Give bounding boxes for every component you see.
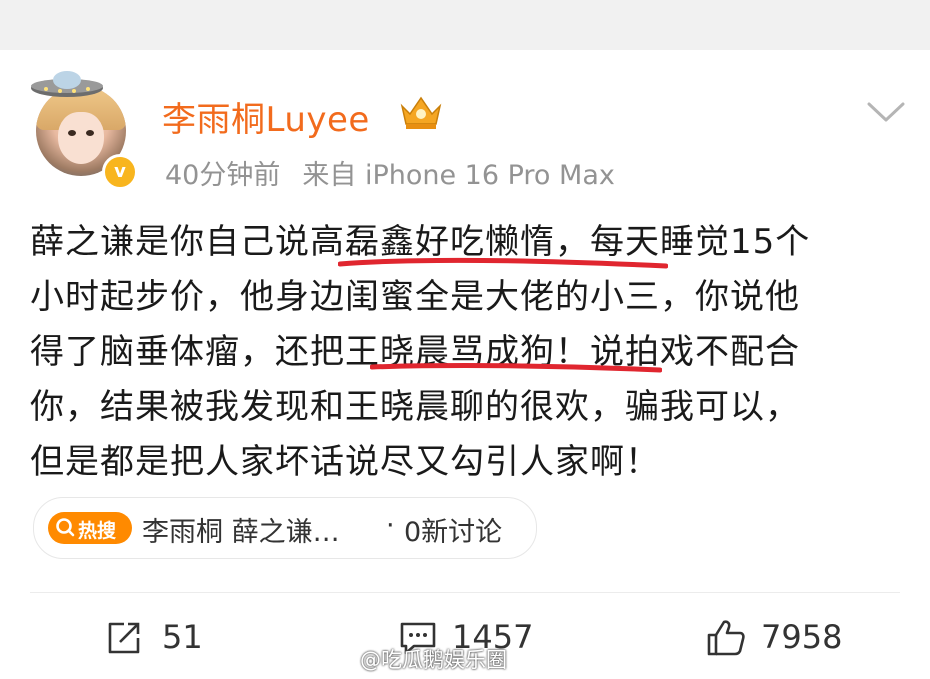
post-content-line: 你，结果被我发现和王晓晨聊的很欢，骗我可以， bbox=[30, 387, 800, 427]
red-underline-annotation bbox=[370, 363, 662, 373]
verified-v-icon: v bbox=[102, 154, 138, 190]
weibo-logo-icon bbox=[322, 645, 352, 667]
post-content-line: 但是都是把人家坏话说尽又勾引人家啊！ bbox=[30, 442, 660, 482]
repost-count: 51 bbox=[162, 618, 203, 656]
post-time: 40分钟前 bbox=[165, 160, 281, 191]
top-bar bbox=[0, 0, 930, 50]
hot-search-discussion: 0新讨论 bbox=[404, 517, 503, 548]
search-icon bbox=[56, 518, 75, 537]
red-underline-annotation bbox=[338, 257, 668, 269]
thumbs-up-icon bbox=[707, 620, 745, 656]
post-content-line: 小时起步价，他身边闺蜜全是大佬的小三，你说他 bbox=[30, 277, 800, 317]
like-button[interactable]: 7958 bbox=[705, 618, 855, 658]
username[interactable]: 李雨桐Luyee bbox=[162, 92, 370, 141]
chevron-down-icon[interactable] bbox=[866, 100, 906, 124]
ufo-pendant-icon bbox=[31, 71, 103, 97]
post-source: 来自 iPhone 16 Pro Max bbox=[302, 160, 615, 191]
like-count: 7958 bbox=[761, 618, 843, 656]
hot-search-link[interactable]: 热搜 李雨桐 薛之谦… · 0新讨论 bbox=[33, 497, 537, 559]
watermark: @吃瓜鹅娱乐圈 bbox=[322, 644, 507, 674]
divider bbox=[30, 592, 900, 593]
watermark-text: @吃瓜鹅娱乐圈 bbox=[360, 648, 507, 672]
vip-crown-icon[interactable] bbox=[398, 94, 444, 132]
hot-search-separator: · bbox=[386, 510, 395, 541]
hot-search-topic: 李雨桐 薛之谦… bbox=[142, 517, 340, 548]
hot-search-badge: 热搜 bbox=[48, 512, 132, 544]
repost-icon bbox=[108, 622, 140, 654]
repost-button[interactable]: 51 bbox=[104, 618, 214, 658]
weibo-post-screen: v 李雨桐Luyee 40分钟前 来自 iPhone 16 Pro Max 薛之谦… bbox=[0, 0, 930, 679]
post-meta: 40分钟前 来自 iPhone 16 Pro Max bbox=[165, 153, 615, 192]
hot-search-badge-label: 热搜 bbox=[78, 520, 117, 542]
